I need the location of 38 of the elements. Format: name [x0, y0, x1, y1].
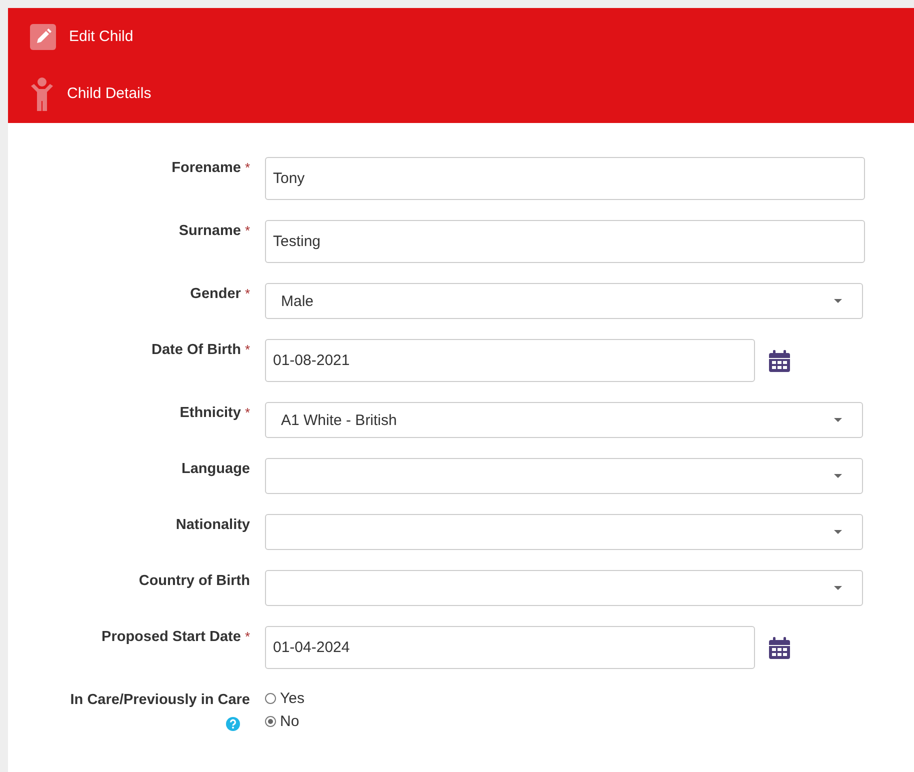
field-label: Ethnicity	[180, 405, 241, 421]
required-asterisk: *	[244, 286, 250, 302]
field-label: Proposed Start Date	[102, 629, 241, 645]
child-icon	[30, 76, 54, 110]
date-field[interactable]: 01-08-2021	[265, 339, 755, 382]
required-asterisk: *	[244, 405, 250, 421]
text-field[interactable]: Testing	[265, 220, 865, 263]
required-asterisk: *	[244, 629, 250, 645]
required-asterisk: *	[244, 160, 250, 176]
dropdown[interactable]: Male	[265, 283, 863, 319]
date-field[interactable]: 01-04-2024	[265, 626, 755, 669]
field-label: Language	[182, 461, 250, 477]
required-asterisk: *	[244, 342, 250, 358]
field-label: Nationality	[176, 517, 250, 533]
caret-icon	[834, 586, 842, 590]
radio-button[interactable]	[265, 693, 276, 704]
text-field[interactable]: Tony	[265, 157, 865, 200]
help-icon[interactable]	[226, 717, 240, 731]
field-label: Country of Birth	[138, 573, 250, 589]
required-asterisk: *	[244, 223, 250, 239]
caret-icon	[834, 530, 842, 534]
field-label: Date Of Birth	[152, 342, 241, 358]
section-title: Child Details	[67, 85, 152, 102]
calendar-icon[interactable]	[769, 636, 790, 658]
radio-label: No	[280, 713, 300, 730]
field-label: Forename	[172, 160, 241, 176]
page-title: Edit Child	[69, 28, 134, 45]
caret-icon	[834, 299, 842, 303]
calendar-icon[interactable]	[769, 350, 790, 372]
caret-icon	[834, 474, 842, 478]
caret-icon	[834, 418, 842, 422]
field-label: Surname	[178, 223, 241, 239]
edit-icon	[30, 24, 56, 50]
radio-button[interactable]	[265, 716, 276, 727]
dropdown[interactable]: A1 White - British	[265, 402, 863, 438]
radio-label: Yes	[280, 690, 304, 707]
field-label: Gender	[190, 286, 241, 302]
field-label: In Care/Previously in Care	[70, 692, 250, 708]
